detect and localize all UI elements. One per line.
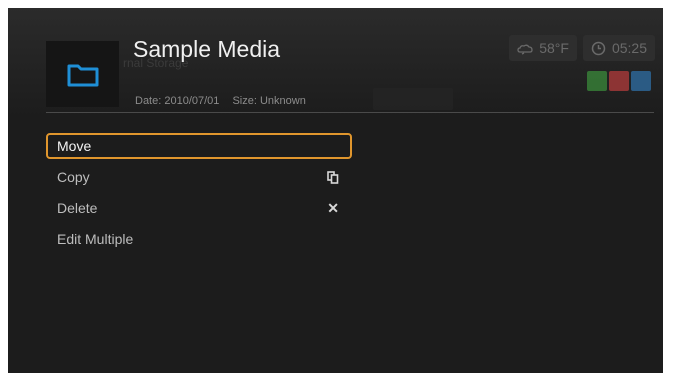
media-metadata: Date: 2010/07/01 Size: Unknown bbox=[135, 95, 306, 107]
options-menu: Move Copy Delete ✕ Edit Multiple bbox=[46, 133, 352, 257]
menu-item-delete[interactable]: Delete ✕ bbox=[46, 195, 352, 221]
menu-item-label: Edit Multiple bbox=[57, 231, 134, 247]
media-date: Date: 2010/07/01 bbox=[135, 95, 220, 107]
menu-item-copy[interactable]: Copy bbox=[46, 164, 352, 190]
folder-thumbnail bbox=[46, 41, 119, 107]
menu-item-move[interactable]: Move bbox=[46, 133, 352, 159]
green-swatch bbox=[587, 71, 607, 91]
red-swatch bbox=[609, 71, 629, 91]
media-size: Size: Unknown bbox=[232, 95, 306, 107]
menu-item-label: Delete bbox=[57, 200, 98, 216]
menu-item-label: Copy bbox=[57, 169, 90, 185]
temperature-text: 58°F bbox=[539, 40, 569, 56]
menu-item-label: Move bbox=[57, 138, 92, 154]
background-shape bbox=[373, 88, 453, 110]
copy-icon bbox=[327, 170, 339, 184]
menu-item-edit-multiple[interactable]: Edit Multiple bbox=[46, 226, 352, 252]
clock-widget: 05:25 bbox=[582, 35, 655, 61]
weather-icon bbox=[517, 44, 533, 55]
blue-swatch bbox=[631, 71, 651, 91]
media-options-screen: rnal Storage Sample Media Date: 2010/07/… bbox=[8, 8, 663, 373]
folder-icon bbox=[67, 64, 98, 87]
media-title: Sample Media bbox=[133, 36, 281, 62]
color-button-hints bbox=[587, 71, 651, 91]
time-text: 05:25 bbox=[611, 40, 647, 56]
header-divider bbox=[46, 112, 654, 113]
weather-widget: 58°F bbox=[509, 35, 577, 61]
clock-icon bbox=[591, 41, 606, 55]
delete-icon: ✕ bbox=[327, 199, 339, 216]
status-bar: 58°F 05:25 bbox=[509, 35, 655, 61]
